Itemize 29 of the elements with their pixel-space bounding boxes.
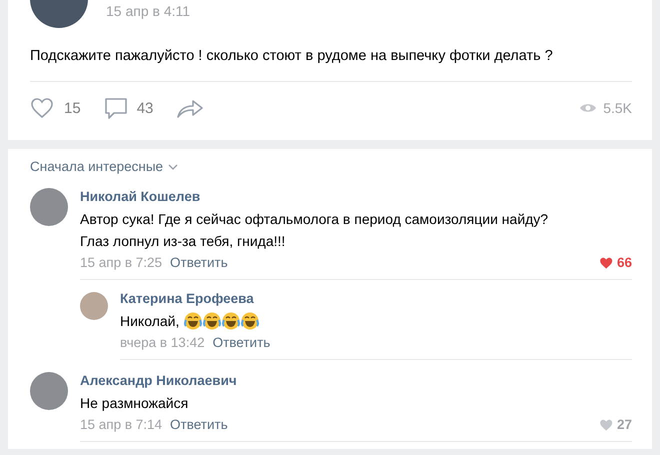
like-button[interactable]: 66 xyxy=(598,255,632,270)
chevron-icon xyxy=(168,164,178,170)
like-button[interactable]: 15 xyxy=(30,96,81,120)
reply-link[interactable]: Ответить xyxy=(170,255,228,270)
comment-text: Николай, xyxy=(120,312,180,331)
author-link[interactable]: Катерина Ерофеева xyxy=(120,291,254,306)
comments-button[interactable]: 43 xyxy=(102,96,154,120)
comment-date: вчера в 13:42 xyxy=(120,335,205,350)
avatar-photo xyxy=(30,372,68,410)
reply-link[interactable]: Ответить xyxy=(170,417,228,432)
avatar-photo xyxy=(80,292,108,320)
comment-date: 15 апр в 7:14 xyxy=(80,417,162,432)
reply-link[interactable]: Ответить xyxy=(212,335,270,350)
eye-icon xyxy=(579,102,598,114)
comment-date: 15 апр в 7:25 xyxy=(80,255,162,270)
speech-bubble-icon xyxy=(102,96,129,120)
sort-dropdown[interactable]: Сначала интересные xyxy=(30,159,178,174)
post-text: Подскажите пажалуйсто ! сколько стоют в рудоме на выпечку фотки делать ? xyxy=(30,48,632,82)
laughing-face-icon xyxy=(184,312,202,330)
author-link[interactable]: Александр Николаевич xyxy=(80,373,237,388)
post-date: 15 апр в 4:11 xyxy=(106,3,190,19)
comment-text: Автор сука! Где я сейчас офтальмолога в период самоизоляции найду? Глаз лопнул из-за тебя, гнида!!! xyxy=(80,210,550,251)
author-link[interactable]: Николай Кошелев xyxy=(80,189,200,204)
comment-text: Не размножайся xyxy=(80,394,188,413)
laughing-face-icon xyxy=(241,312,260,330)
laughing-face-icon xyxy=(203,312,222,330)
laughing-face-icon xyxy=(222,312,240,330)
views-count: 5.5K xyxy=(603,100,632,116)
avatar-photo xyxy=(30,188,68,226)
